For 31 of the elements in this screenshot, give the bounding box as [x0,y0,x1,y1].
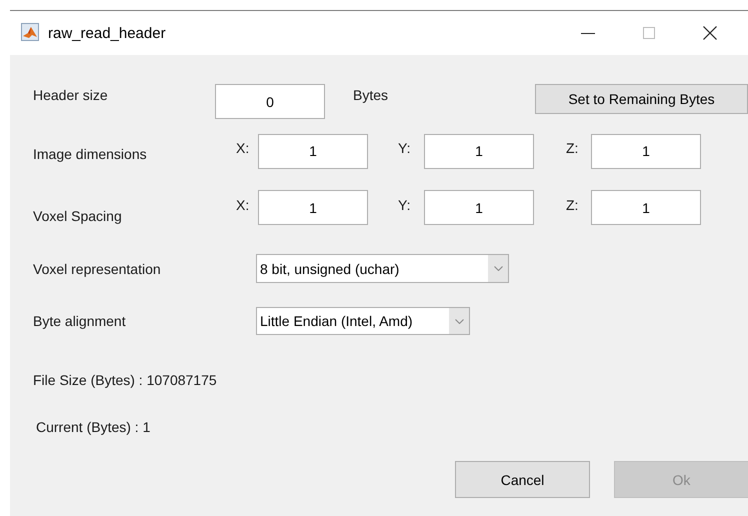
file-size-text: File Size (Bytes) : 107087175 [33,372,218,388]
axis-label: X: [236,140,250,156]
minimize-icon[interactable] [581,32,595,34]
cancel-button[interactable]: Cancel [455,461,590,498]
set-remaining-button[interactable]: Set to Remaining Bytes [535,84,748,114]
field-label: Voxel Spacing [33,208,123,224]
axis-label: Y: [398,197,412,213]
close-icon[interactable] [703,26,717,40]
number-field[interactable]: 0 [215,84,325,119]
window-title: raw_read_header [48,24,167,42]
number-field[interactable]: 1 [591,190,701,225]
axis-label: Y: [398,140,412,156]
axis-label: X: [236,197,250,213]
chevron-down-icon [494,266,502,271]
axis-label: Z: [566,197,580,213]
number-field[interactable]: 1 [591,134,701,168]
app-icon [21,22,39,40]
number-field[interactable]: 1 [258,190,368,225]
axis-label: Z: [566,140,580,156]
number-field[interactable]: 1 [258,134,368,168]
unit-label: Bytes [353,87,390,103]
current-size-text: Current (Bytes) : 1 [36,419,152,435]
field-label: Voxel representation [33,260,162,276]
number-field[interactable]: 1 [424,134,534,168]
field-label: Image dimensions [33,146,148,162]
dropdown[interactable]: 8 bit, unsigned (uchar) [256,254,509,283]
number-field[interactable]: 1 [424,190,534,225]
chevron-down-icon [454,318,464,324]
field-label: Byte alignment [33,313,127,329]
field-label: Header size [33,87,109,103]
dropdown[interactable]: Little Endian (Intel, Amd) [256,307,470,335]
